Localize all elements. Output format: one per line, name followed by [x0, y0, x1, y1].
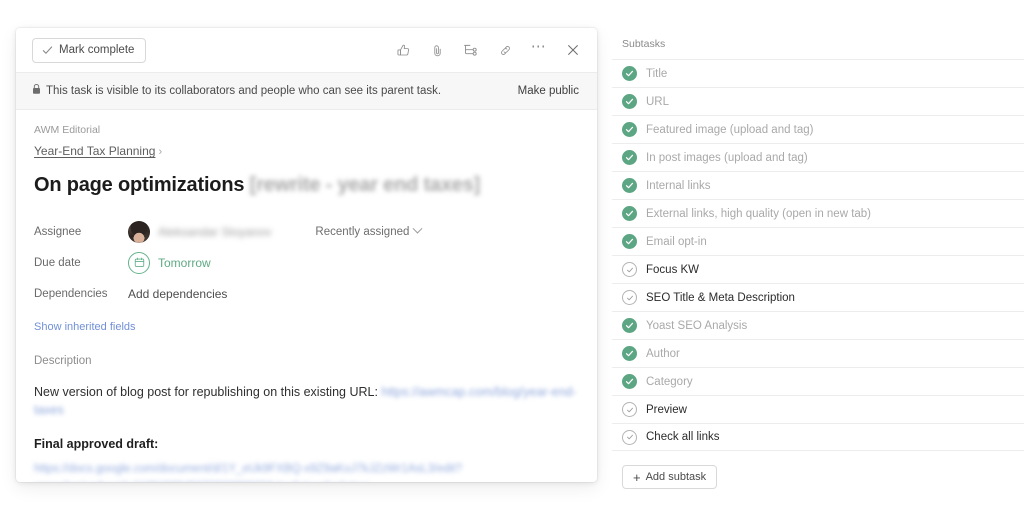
subtask-incomplete-icon[interactable]	[622, 430, 637, 445]
subtask-complete-icon[interactable]	[622, 318, 637, 333]
due-date-label: Due date	[34, 257, 128, 269]
assignee-sort-dropdown[interactable]: Recently assigned	[315, 226, 421, 238]
privacy-banner: This task is visible to its collaborator…	[16, 73, 597, 110]
subtask-label: Preview	[646, 404, 687, 416]
field-row-assignee: Assignee Aleksandar Stoyanov Recently as…	[34, 216, 579, 247]
page-title: On page optimizations [rewrite - year en…	[34, 174, 579, 197]
toolbar-icon-group: ⋯	[393, 40, 583, 60]
task-title-text: On page optimizations	[34, 174, 250, 196]
subtask-incomplete-icon[interactable]	[622, 262, 637, 277]
subtask-row[interactable]: Author	[612, 339, 1024, 367]
subtask-label: Internal links	[646, 180, 711, 192]
add-dependencies-button[interactable]: Add dependencies	[128, 287, 227, 301]
assignee-value[interactable]: Aleksandar Stoyanov Recently assigned	[128, 221, 421, 243]
subtask-complete-icon[interactable]	[622, 346, 637, 361]
subtasks-header: Subtasks	[612, 38, 1024, 59]
subtask-row[interactable]: Check all links	[612, 423, 1024, 451]
description-draft-url[interactable]: https://docs.google.com/document/d/1Y_eU…	[34, 461, 464, 482]
subtask-row[interactable]: Email opt-in	[612, 227, 1024, 255]
description-label: Description	[34, 355, 579, 367]
subtask-label: Author	[646, 348, 680, 360]
subtask-label: Focus KW	[646, 264, 699, 276]
task-body: AWM Editorial Year-End Tax Planning› On …	[16, 110, 597, 482]
subtask-row[interactable]: External links, high quality (open in ne…	[612, 199, 1024, 227]
calendar-icon	[128, 252, 150, 274]
add-subtask-label: Add subtask	[646, 471, 707, 483]
subtask-complete-icon[interactable]	[622, 122, 637, 137]
subtask-label: Category	[646, 376, 693, 388]
subtask-label: SEO Title & Meta Description	[646, 292, 795, 304]
subtask-label: Check all links	[646, 431, 720, 443]
paperclip-icon[interactable]	[427, 40, 447, 60]
subtask-row[interactable]: Yoast SEO Analysis	[612, 311, 1024, 339]
subtask-complete-icon[interactable]	[622, 94, 637, 109]
task-detail-screen: Mark complete	[0, 0, 1024, 510]
subtask-complete-icon[interactable]	[622, 374, 637, 389]
subtask-complete-icon[interactable]	[622, 206, 637, 221]
chevron-down-icon	[413, 224, 423, 234]
description-intro-text: New version of blog post for republishin…	[34, 385, 381, 399]
subtask-incomplete-icon[interactable]	[622, 290, 637, 305]
link-icon[interactable]	[495, 40, 515, 60]
privacy-message: This task is visible to its collaborator…	[46, 85, 441, 97]
due-date-text: Tomorrow	[158, 256, 211, 270]
subtask-row[interactable]: In post images (upload and tag)	[612, 143, 1024, 171]
subtask-row[interactable]: Featured image (upload and tag)	[612, 115, 1024, 143]
avatar	[128, 221, 150, 243]
plus-icon: +	[633, 471, 641, 484]
dependencies-label: Dependencies	[34, 288, 128, 300]
subtask-complete-icon[interactable]	[622, 234, 637, 249]
subtask-label: URL	[646, 96, 669, 108]
close-icon[interactable]	[563, 40, 583, 60]
checkmark-icon	[42, 45, 53, 56]
subtask-branch-icon[interactable]	[461, 40, 481, 60]
subtask-complete-icon[interactable]	[622, 66, 637, 81]
assignee-sort-label: Recently assigned	[315, 226, 409, 238]
show-inherited-fields-link[interactable]: Show inherited fields	[34, 321, 136, 333]
task-title-redacted: [rewrite - year end taxes]	[250, 174, 480, 196]
subtask-row[interactable]: SEO Title & Meta Description	[612, 283, 1024, 311]
subtask-label: Yoast SEO Analysis	[646, 320, 747, 332]
subtask-label: Title	[646, 68, 667, 80]
task-detail-card: Mark complete	[16, 28, 597, 482]
breadcrumb-separator: ›	[158, 146, 162, 158]
due-date-value[interactable]: Tomorrow	[128, 252, 211, 274]
subtask-row[interactable]: Focus KW	[612, 255, 1024, 283]
description-intro[interactable]: New version of blog post for republishin…	[34, 383, 579, 419]
subtask-incomplete-icon[interactable]	[622, 402, 637, 417]
subtask-label: Featured image (upload and tag)	[646, 124, 814, 136]
subtask-label: Email opt-in	[646, 236, 707, 248]
subtasks-panel: Subtasks Title URL Featured image (upload …	[612, 28, 1024, 482]
assignee-name: Aleksandar Stoyanov	[158, 225, 271, 239]
assignee-label: Assignee	[34, 226, 128, 238]
project-name: AWM Editorial	[34, 124, 579, 136]
mark-complete-button[interactable]: Mark complete	[32, 38, 146, 63]
breadcrumb-parent-task[interactable]: Year-End Tax Planning	[34, 144, 155, 158]
subtask-row[interactable]: Preview	[612, 395, 1024, 423]
subtask-complete-icon[interactable]	[622, 150, 637, 165]
subtask-list: Title URL Featured image (upload and tag) I…	[612, 59, 1024, 451]
subtask-row[interactable]: Category	[612, 367, 1024, 395]
field-row-dependencies: Dependencies Add dependencies	[34, 278, 579, 309]
subtask-row[interactable]: Internal links	[612, 171, 1024, 199]
mark-complete-label: Mark complete	[59, 44, 134, 56]
description-draft-heading: Final approved draft:	[34, 437, 579, 451]
subtask-row[interactable]: Title	[612, 59, 1024, 87]
field-row-due-date: Due date Tomorrow	[34, 247, 579, 278]
ellipsis-icon[interactable]: ⋯	[529, 40, 549, 60]
task-toolbar: Mark complete	[16, 28, 597, 73]
subtask-label: External links, high quality (open in ne…	[646, 208, 871, 220]
breadcrumb: Year-End Tax Planning›	[34, 144, 579, 158]
thumbs-up-icon[interactable]	[393, 40, 413, 60]
subtask-complete-icon[interactable]	[622, 178, 637, 193]
subtask-label: In post images (upload and tag)	[646, 152, 808, 164]
lock-icon	[31, 82, 42, 100]
add-subtask-button[interactable]: + Add subtask	[622, 465, 717, 489]
make-public-button[interactable]: Make public	[518, 85, 581, 97]
subtask-row[interactable]: URL	[612, 87, 1024, 115]
